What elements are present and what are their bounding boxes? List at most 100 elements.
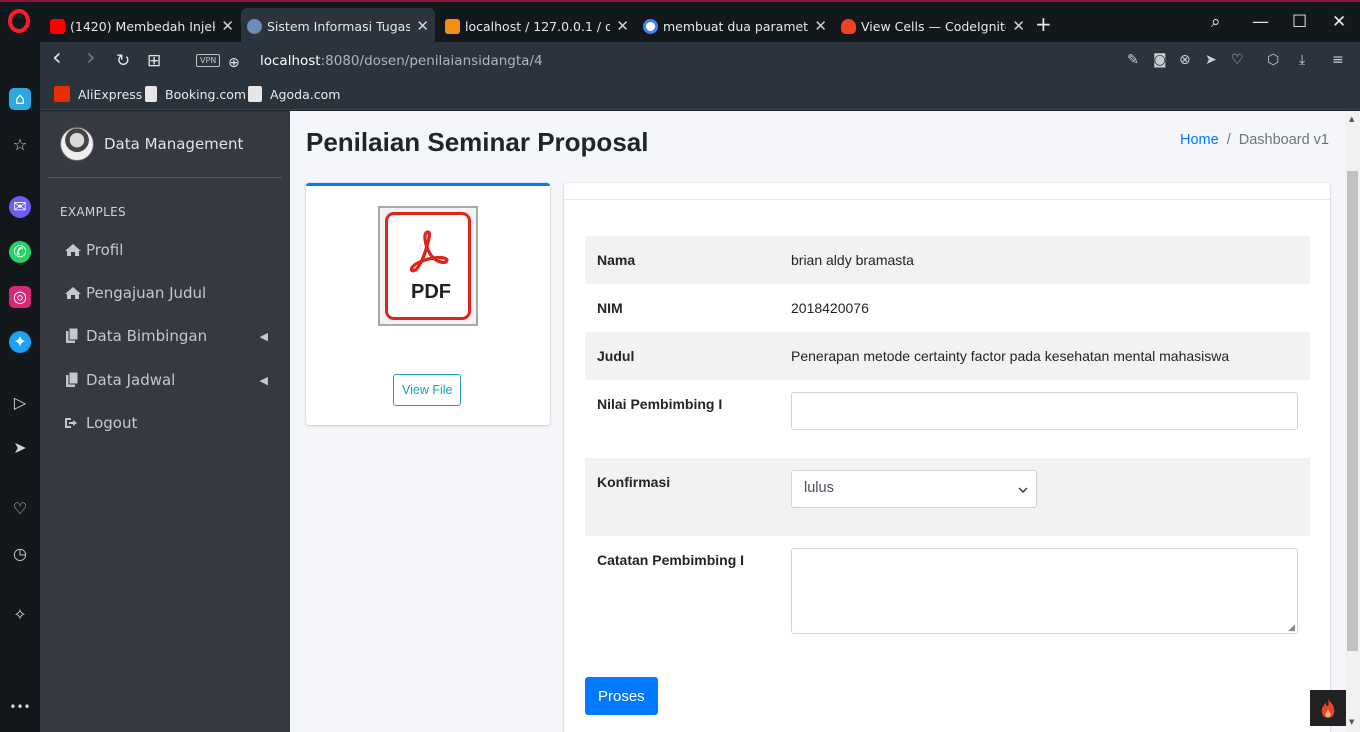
sidebar-item-pengajuan-judul[interactable]: Pengajuan Judul xyxy=(64,284,274,302)
opera-logo-icon[interactable] xyxy=(8,9,30,33)
extensions-icon[interactable]: ⬡ xyxy=(1267,52,1279,68)
browser-tab[interactable]: (1420) Membedah Injeksi L ✕ xyxy=(44,8,240,44)
url-host: localhost xyxy=(260,53,321,69)
camera-icon[interactable]: ◙ xyxy=(1153,52,1167,68)
whatsapp-icon[interactable]: ✆ xyxy=(9,241,31,263)
resize-handle-icon[interactable]: ◢ xyxy=(1288,623,1295,633)
acrobat-icon xyxy=(409,230,449,273)
browser-tab[interactable]: localhost / 127.0.0.1 / db_ta ✕ xyxy=(439,8,635,44)
vpn-badge[interactable]: VPN xyxy=(196,54,221,67)
proses-button[interactable]: Proses xyxy=(585,677,658,715)
forward-button[interactable]: › xyxy=(86,45,96,69)
divider xyxy=(48,177,282,178)
scrollbar-thumb[interactable] xyxy=(1347,171,1358,651)
speed-dial-icon[interactable]: ⊞ xyxy=(147,51,161,71)
bookmark-booking[interactable]: Booking.com xyxy=(145,86,246,102)
assessment-form-card: Nama brian aldy bramasta NIM 2018420076 … xyxy=(564,183,1330,732)
avatar xyxy=(60,127,94,161)
brand-link[interactable]: Data Management xyxy=(60,127,243,161)
close-window-button[interactable]: ✕ xyxy=(1332,12,1346,32)
file-card: PDF View File xyxy=(306,183,550,425)
copy-icon xyxy=(66,372,79,387)
maximize-button[interactable]: ☐ xyxy=(1292,12,1307,32)
minimize-button[interactable]: — xyxy=(1252,12,1269,32)
bookmark-aliexpress[interactable]: AliExpress xyxy=(54,86,142,102)
download-icon[interactable]: ⤓ xyxy=(1299,52,1305,68)
sidebar-item-data-jadwal[interactable]: Data Jadwal ◀ xyxy=(64,371,274,389)
phpmyadmin-icon xyxy=(445,18,460,34)
home-icon xyxy=(65,244,81,256)
close-tab-icon[interactable]: ✕ xyxy=(1012,17,1025,35)
copy-icon xyxy=(66,328,79,343)
nilai-pembimbing-input[interactable] xyxy=(791,392,1298,430)
edit-icon[interactable]: ✎ xyxy=(1127,52,1139,68)
sidebar-item-logout[interactable]: Logout xyxy=(64,414,274,432)
browser-tab[interactable]: membuat dua parameter d ✕ xyxy=(637,8,833,44)
twitter-icon[interactable]: ✦ xyxy=(9,331,31,353)
close-tab-icon[interactable]: ✕ xyxy=(221,17,234,35)
codeigniter-debug-icon[interactable] xyxy=(1310,690,1346,726)
browser-tab-active[interactable]: Sistem Informasi Tugas Ak ✕ xyxy=(241,8,435,44)
chevron-left-icon: ◀ xyxy=(259,329,268,343)
breadcrumb-home-link[interactable]: Home xyxy=(1180,132,1219,148)
view-file-button[interactable]: View File xyxy=(393,374,462,406)
tab-title: membuat dua parameter d xyxy=(663,18,809,34)
send-icon[interactable]: ➤ xyxy=(1205,52,1217,68)
sidebar-item-label: Data Jadwal xyxy=(86,371,176,389)
table-row: Nilai Pembimbing I xyxy=(585,380,1310,458)
back-button[interactable]: ‹ xyxy=(52,45,62,69)
scroll-up-icon[interactable]: ▲ xyxy=(1349,115,1354,123)
konfirmasi-select[interactable]: lulus xyxy=(791,470,1037,508)
chevron-down-icon xyxy=(1018,487,1028,493)
close-tab-icon[interactable]: ✕ xyxy=(814,17,827,35)
send-icon[interactable]: ➤ xyxy=(9,437,31,459)
sidebar-item-data-bimbingan[interactable]: Data Bimbingan ◀ xyxy=(64,327,274,345)
browser-tab[interactable]: View Cells — CodeIgniter 4 ✕ xyxy=(835,8,1031,44)
player-icon[interactable]: ▷ xyxy=(9,392,31,414)
history-icon[interactable]: ◷ xyxy=(9,543,31,565)
sidebar-item-profil[interactable]: Profil xyxy=(64,241,274,259)
page-icon xyxy=(145,86,157,102)
menu-icon[interactable]: ≡ xyxy=(1332,52,1344,68)
messenger-icon[interactable]: ✉ xyxy=(9,196,31,218)
star-icon[interactable]: ☆ xyxy=(9,134,31,156)
catatan-pembimbing-textarea[interactable]: ◢ xyxy=(791,548,1298,634)
nim-label: NIM xyxy=(597,300,623,316)
url-field[interactable]: localhost:8080/dosen/penilaiansidangta/4 xyxy=(260,53,543,69)
sidebar-item-label: Pengajuan Judul xyxy=(86,284,207,302)
adblock-icon[interactable]: ⊗ xyxy=(1179,52,1191,68)
more-icon[interactable]: ••• xyxy=(9,696,31,718)
home-icon[interactable]: ⌂ xyxy=(9,88,31,110)
bookmark-agoda[interactable]: Agoda.com xyxy=(248,86,340,102)
heart-icon[interactable]: ♡ xyxy=(9,498,31,520)
reload-button[interactable]: ↻ xyxy=(116,51,130,71)
page-scrollbar[interactable]: ▲ ▼ xyxy=(1345,111,1360,732)
breadcrumb-current: Dashboard v1 xyxy=(1238,132,1329,148)
new-tab-button[interactable]: + xyxy=(1035,14,1052,34)
youtube-icon xyxy=(50,18,65,34)
nim-value: 2018420076 xyxy=(791,300,869,316)
sidebar-item-label: Logout xyxy=(86,414,138,432)
card-header xyxy=(564,183,1330,200)
chevron-left-icon: ◀ xyxy=(259,373,268,387)
bookmark-label: AliExpress xyxy=(78,86,143,102)
google-icon xyxy=(643,18,658,34)
close-tab-icon[interactable]: ✕ xyxy=(416,17,429,35)
aliexpress-icon xyxy=(54,86,70,102)
url-path: :8080/dosen/penilaiansidangta/4 xyxy=(320,53,543,69)
site-favicon-icon xyxy=(247,18,262,34)
home-icon xyxy=(65,287,81,299)
pdf-label: PDF xyxy=(411,281,451,303)
heart-icon[interactable]: ♡ xyxy=(1231,52,1244,68)
browser-tab-bar: (1420) Membedah Injeksi L ✕ Sistem Infor… xyxy=(0,0,1360,44)
instagram-icon[interactable]: ◎ xyxy=(9,286,31,308)
scroll-down-icon[interactable]: ▼ xyxy=(1349,718,1354,726)
search-tabs-icon[interactable]: ⌕ xyxy=(1211,12,1221,32)
konfirmasi-label: Konfirmasi xyxy=(597,474,671,490)
tab-title: localhost / 127.0.0.1 / db_ta xyxy=(465,18,611,34)
globe-icon: ⊕ xyxy=(228,55,240,71)
breadcrumb: Home / Dashboard v1 xyxy=(1180,132,1329,148)
lightbulb-icon[interactable]: ✧ xyxy=(9,604,31,626)
close-tab-icon[interactable]: ✕ xyxy=(616,17,629,35)
table-row: NIM 2018420076 xyxy=(585,284,1310,332)
